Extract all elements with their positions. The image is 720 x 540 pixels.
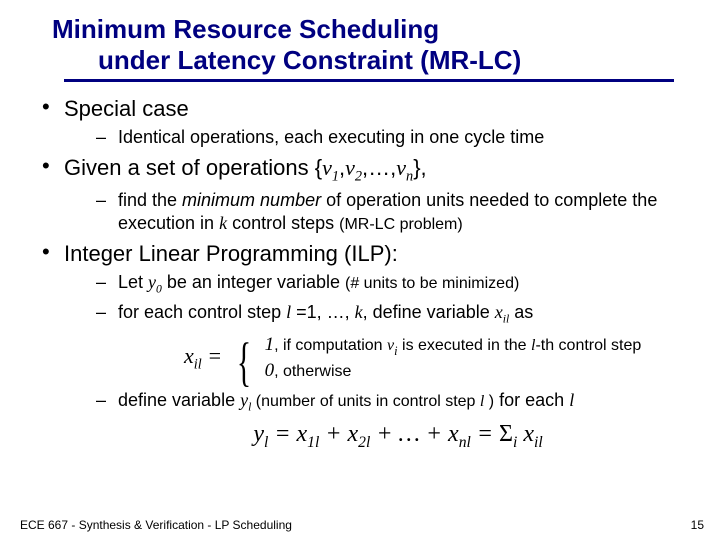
text: be an integer variable: [162, 272, 345, 292]
page-number: 15: [691, 518, 704, 532]
slide-body: Special case Identical operations, each …: [36, 96, 692, 452]
sub-define-yl: define variable y l (number of units in c…: [92, 389, 692, 415]
text: , define variable: [363, 302, 495, 322]
pw-row-1: 1, if computation vi is executed in the …: [265, 333, 642, 359]
bullet-special-case: Special case Identical operations, each …: [36, 96, 692, 149]
k: k: [219, 213, 227, 233]
text: define variable: [118, 390, 240, 410]
comma2: ,…,: [362, 155, 396, 180]
text: control steps: [227, 213, 339, 233]
text: , if computation: [274, 337, 387, 354]
title-line-1: Minimum Resource Scheduling: [52, 14, 692, 45]
text: as: [509, 302, 533, 322]
title-underline: [64, 79, 674, 82]
text: =1, …,: [291, 302, 355, 322]
pw-row-0: 0, otherwise: [265, 359, 642, 383]
text: Given a set of operations {: [64, 155, 322, 180]
sub-find-min: find the minimum number of operation uni…: [92, 189, 692, 235]
vn: v: [396, 155, 406, 180]
eq-x2: x: [348, 421, 359, 447]
v2-sub: 2: [355, 168, 362, 184]
eq-p1: +: [319, 421, 347, 447]
one: 1: [265, 334, 275, 355]
note-post: ): [484, 393, 494, 410]
footer-text: ECE 667 - Synthesis & Verification - LP …: [20, 518, 292, 532]
eq-s1: 1l: [307, 434, 319, 451]
note-units: (# units to be minimized): [345, 275, 519, 292]
pw-il: il: [194, 356, 202, 372]
pw-lhs: xil =: [184, 343, 222, 373]
title-line-2: under Latency Constraint (MR-LC): [52, 45, 692, 76]
text: },: [413, 155, 426, 180]
note-pre: (number of units in control step: [251, 393, 480, 410]
text: Special case: [64, 96, 189, 121]
text: is executed in the: [398, 337, 531, 354]
v1: v: [322, 155, 332, 180]
text: Integer Linear Programming (ILP):: [64, 241, 398, 266]
sub-for-each-step: for each control step l =1, …, k, define…: [92, 301, 692, 327]
eq-xn: x: [448, 421, 459, 447]
y0-y: y: [148, 272, 156, 292]
text: for each: [494, 390, 569, 410]
text: , otherwise: [274, 363, 351, 380]
text: -th control step: [535, 337, 641, 354]
bullet-ilp: Integer Linear Programming (ILP): Let y0…: [36, 241, 692, 452]
xil-x: x: [495, 302, 503, 322]
pw-x: x: [184, 343, 194, 368]
eq-x1: x: [297, 421, 308, 447]
eq-eq2: =: [471, 421, 499, 447]
piecewise-def: xil = { 1, if computation vi is executed…: [184, 333, 692, 383]
pw-eq: =: [202, 343, 222, 368]
eq-sil: il: [534, 434, 543, 451]
equation-yl: yl = x1l + x2l + … + xnl = Σi xil: [104, 421, 692, 452]
text: Let: [118, 272, 148, 292]
sub-let-y0: Let y0 be an integer variable (# units t…: [92, 271, 692, 297]
slide-title: Minimum Resource Scheduling under Latenc…: [52, 14, 692, 75]
pw-rhs: 1, if computation vi is executed in the …: [265, 333, 642, 383]
eq-p2: + … +: [370, 421, 448, 447]
eq-sn: nl: [459, 434, 471, 451]
l2: l: [569, 390, 574, 410]
yl-y: y: [240, 390, 248, 410]
eq-s2: 2l: [358, 434, 370, 451]
zero: 0: [265, 360, 275, 381]
sub-identical-ops: Identical operations, each executing in …: [92, 126, 692, 149]
note-mrlc: (MR-LC problem): [339, 216, 463, 233]
v1-sub: 1: [332, 168, 339, 184]
brace-icon: {: [237, 342, 251, 382]
em-min-number: minimum number: [182, 190, 321, 210]
eq-y: y: [253, 421, 264, 447]
eq-xi: x: [523, 421, 534, 447]
sigma-icon: Σ: [499, 421, 513, 447]
v2: v: [345, 155, 355, 180]
eq-eq1: =: [268, 421, 296, 447]
text: for each control step: [118, 302, 286, 322]
bullet-given-set: Given a set of operations {v1,v2,…,vn}, …: [36, 155, 692, 235]
text: find the: [118, 190, 182, 210]
k: k: [355, 302, 363, 322]
